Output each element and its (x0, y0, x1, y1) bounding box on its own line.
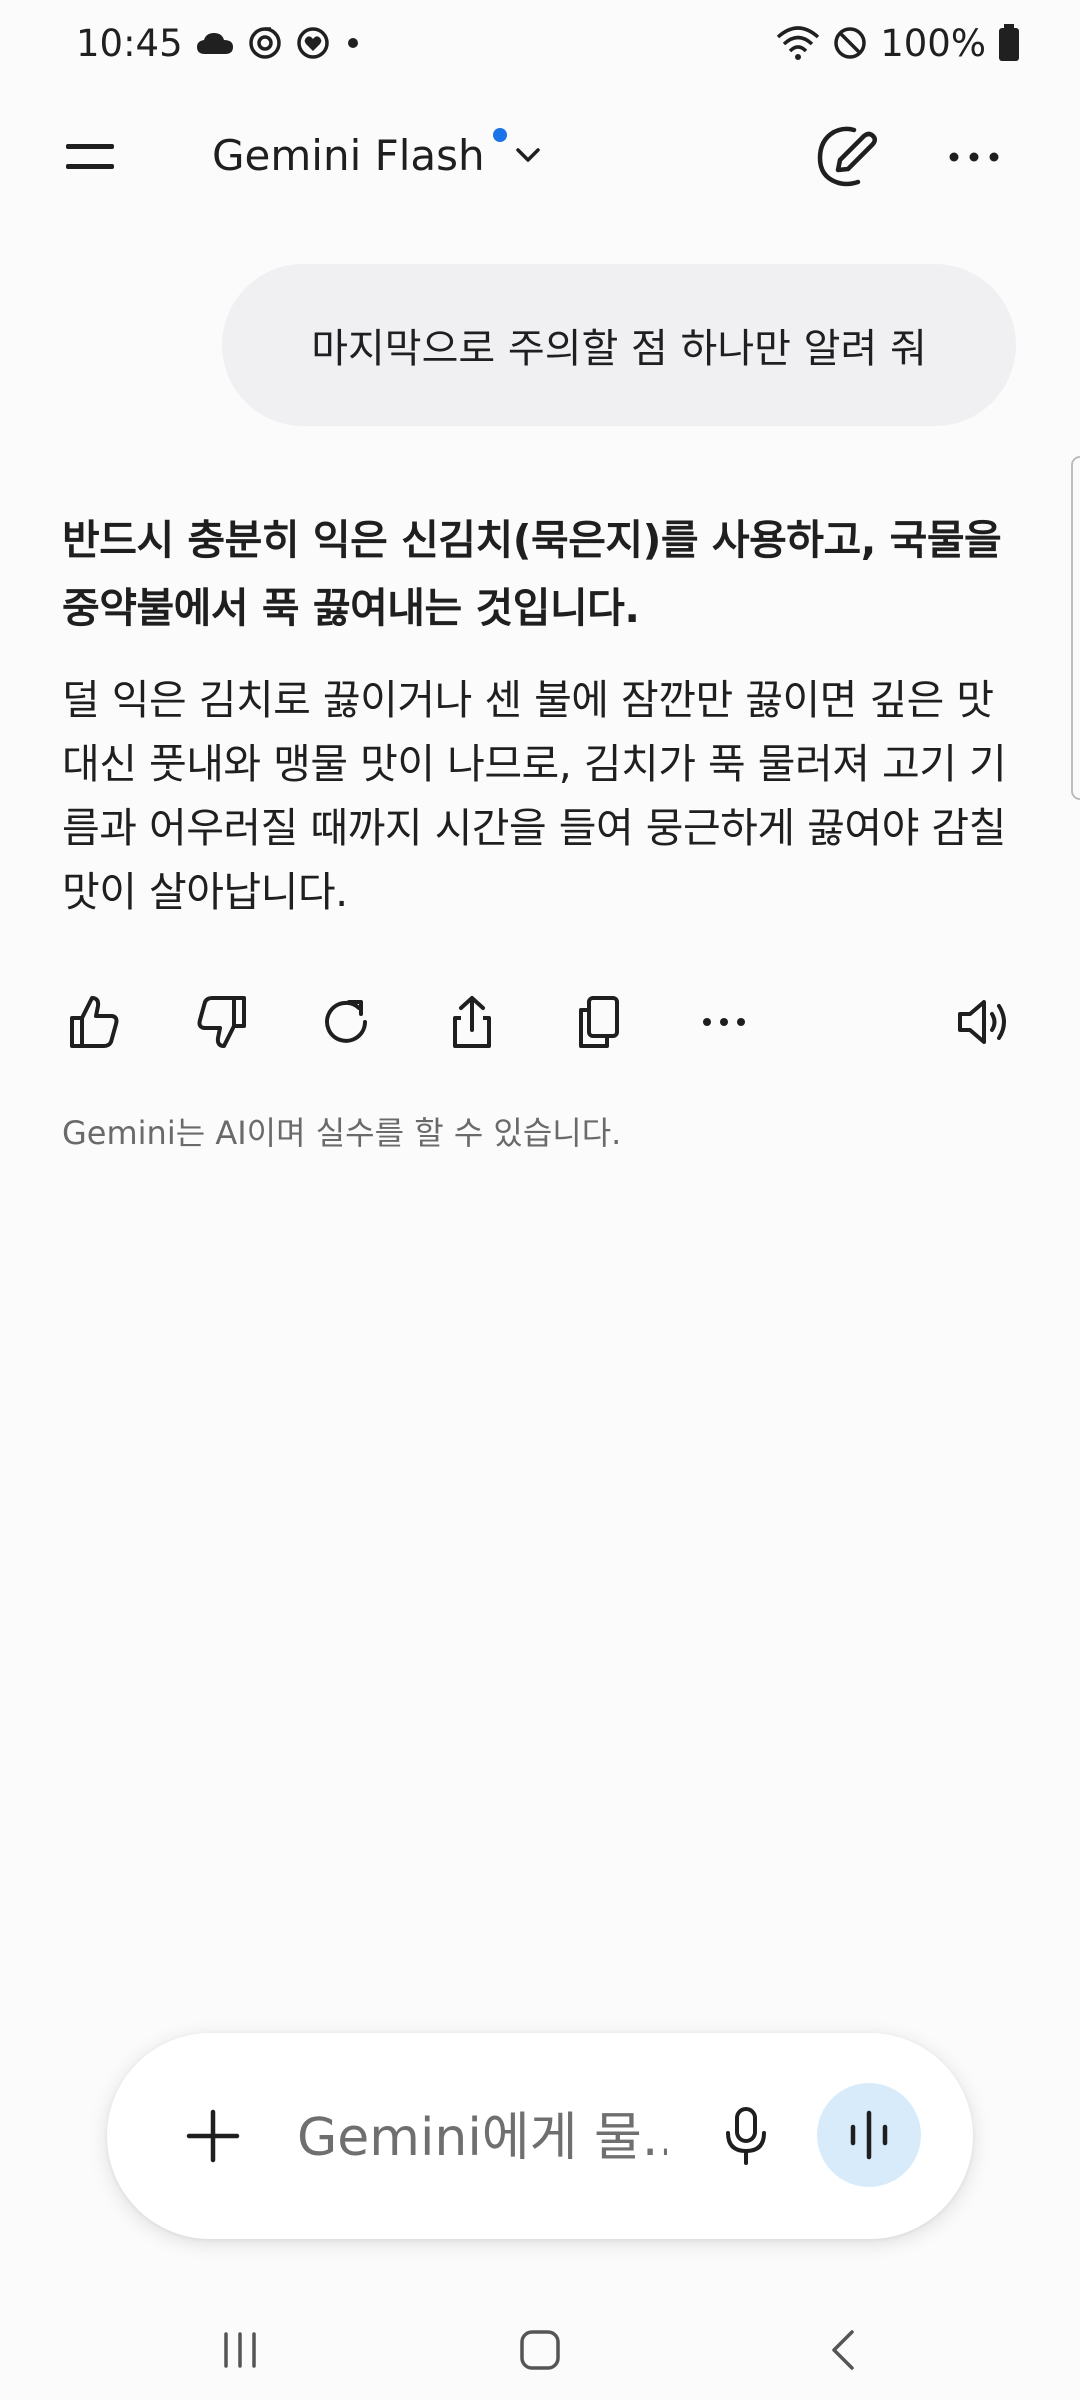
model-name: Gemini Flash (212, 130, 485, 180)
status-bar: 10:45 100% (0, 0, 1080, 86)
new-indicator-dot (492, 128, 507, 142)
more-icon (949, 152, 999, 162)
thumbs-up-icon (70, 996, 119, 1048)
ai-disclaimer: Gemini는 AI이며 실수를 할 수 있습니다. (62, 1114, 622, 1152)
status-time: 10:45 (76, 21, 183, 65)
new-chat-icon (817, 126, 877, 187)
thumbs-up-button[interactable] (60, 988, 128, 1056)
model-response: 반드시 충분히 익은 신김치(묵은지)를 사용하고, 국물을 중약불에서 푹 끓… (62, 506, 1028, 924)
share-button[interactable] (438, 988, 506, 1056)
scroll-handle[interactable] (1071, 456, 1080, 800)
copy-button[interactable] (564, 988, 632, 1056)
system-navigation-bar (0, 2300, 1080, 2400)
chevron-down-icon (515, 148, 540, 162)
response-more-button[interactable] (690, 988, 758, 1056)
speaker-icon (958, 1000, 1006, 1044)
model-selector[interactable]: Gemini Flash (212, 124, 543, 186)
share-icon (453, 996, 491, 1048)
wifi-icon (776, 25, 820, 61)
do-not-disturb-icon (832, 25, 868, 61)
copy-icon (579, 996, 619, 1048)
thumbs-down-icon (197, 996, 246, 1048)
new-chat-button[interactable] (812, 124, 884, 188)
sync-icon (247, 25, 283, 61)
back-button[interactable] (804, 2318, 884, 2382)
dot-icon (343, 33, 363, 53)
more-options-button[interactable] (944, 134, 1004, 180)
plus-icon (186, 2109, 240, 2163)
user-message-bubble: 마지막으로 주의할 점 하나만 알려 줘 (222, 264, 1016, 426)
prompt-input[interactable] (295, 2101, 669, 2175)
battery-percentage: 100% (880, 21, 986, 65)
thumbs-down-button[interactable] (188, 988, 256, 1056)
cloud-icon (195, 30, 235, 56)
read-aloud-button[interactable] (950, 988, 1018, 1056)
heart-badge-icon (295, 25, 331, 61)
add-attachment-button[interactable] (177, 2100, 249, 2172)
response-actions (0, 980, 1080, 1064)
regenerate-icon (325, 1000, 367, 1043)
live-mode-button[interactable] (817, 2083, 921, 2187)
user-message-text: 마지막으로 주의할 점 하나만 알려 줘 (311, 326, 927, 372)
back-icon (832, 2330, 854, 2370)
menu-button[interactable] (62, 130, 148, 184)
microphone-icon (726, 2107, 766, 2165)
status-left: 10:45 (76, 22, 363, 65)
voice-input-button[interactable] (713, 2097, 779, 2175)
more-icon (703, 1018, 745, 1026)
response-summary: 반드시 충분히 익은 신김치(묵은지)를 사용하고, 국물을 중약불에서 푹 끓… (62, 516, 1002, 632)
home-button[interactable] (500, 2318, 580, 2382)
gemini-chat-screen: 10:45 100% Gemini Flash 마지막으로 주의할 점 하나만 … (0, 0, 1080, 2400)
status-right: 100% (776, 22, 1020, 65)
menu-icon (66, 144, 114, 169)
recents-button[interactable] (200, 2318, 280, 2382)
response-detail: 덜 익은 김치로 끓이거나 센 불에 잠깐만 끓이면 깊은 맛 대신 풋내와 맹… (62, 676, 1007, 916)
voice-wave-icon (850, 2110, 888, 2160)
regenerate-button[interactable] (313, 988, 381, 1056)
recents-icon (224, 2332, 256, 2368)
battery-icon (998, 24, 1020, 62)
top-app-bar: Gemini Flash (0, 110, 1080, 202)
home-icon (520, 2330, 560, 2370)
prompt-bar (107, 2033, 973, 2239)
